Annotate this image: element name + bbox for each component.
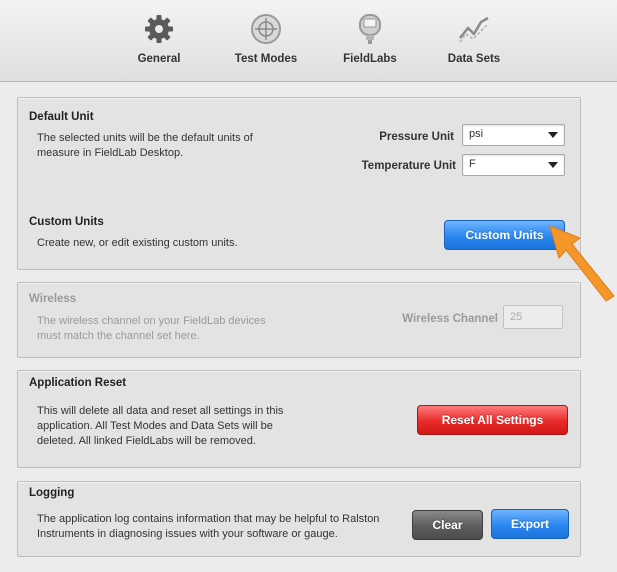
custom-units-title: Custom Units [29, 216, 104, 228]
export-log-button[interactable]: Export [491, 509, 569, 539]
reset-all-settings-button[interactable]: Reset All Settings [417, 405, 568, 435]
gear-icon [145, 15, 173, 43]
tab-data-sets-label: Data Sets [447, 53, 501, 65]
gauge-device-icon [359, 14, 381, 44]
wireless-panel: Wireless The wireless channel on your Fi… [17, 282, 581, 358]
crosshair-icon [251, 14, 281, 44]
line-chart-icon [459, 16, 489, 43]
tab-general[interactable]: General [114, 12, 204, 65]
temperature-unit-select[interactable]: F [462, 154, 565, 176]
custom-units-description: Create new, or edit existing custom unit… [37, 237, 238, 249]
default-unit-panel: Default Unit The selected units will be … [17, 97, 581, 270]
logging-panel: Logging The application log contains inf… [17, 481, 581, 557]
tab-fieldlabs-label: FieldLabs [343, 53, 397, 65]
wireless-channel-field[interactable]: 25 [503, 305, 563, 329]
tab-fieldlabs[interactable]: FieldLabs [325, 12, 415, 65]
preferences-toolbar: General Test Modes FieldLabs Data Sets [0, 0, 617, 82]
pressure-unit-value: psi [469, 128, 484, 140]
temperature-unit-value: F [469, 158, 476, 170]
pressure-unit-label: Pressure Unit [379, 131, 454, 143]
chevron-down-icon [548, 132, 558, 138]
tab-data-sets[interactable]: Data Sets [429, 12, 519, 65]
tab-test-modes[interactable]: Test Modes [221, 12, 311, 65]
logging-description: The application log contains information… [37, 513, 380, 540]
wireless-title: Wireless [29, 293, 77, 305]
logging-title: Logging [29, 487, 75, 499]
wireless-channel-label: Wireless Channel [402, 313, 498, 325]
default-unit-description: The selected units will be the default u… [37, 132, 253, 159]
temperature-unit-label: Temperature Unit [361, 160, 456, 172]
tab-general-label: General [137, 53, 181, 65]
tab-test-modes-label: Test Modes [234, 53, 298, 65]
chevron-down-icon [548, 162, 558, 168]
application-reset-title: Application Reset [29, 377, 127, 389]
pointer-arrow-icon [549, 225, 615, 302]
clear-log-button[interactable]: Clear [412, 510, 483, 540]
application-reset-description: This will delete all data and reset all … [37, 405, 284, 447]
custom-units-button[interactable]: Custom Units [444, 220, 565, 250]
application-reset-panel: Application Reset This will delete all d… [17, 370, 581, 468]
wireless-description: The wireless channel on your FieldLab de… [37, 315, 266, 342]
pressure-unit-select[interactable]: psi [462, 124, 565, 146]
default-unit-title: Default Unit [29, 111, 94, 123]
